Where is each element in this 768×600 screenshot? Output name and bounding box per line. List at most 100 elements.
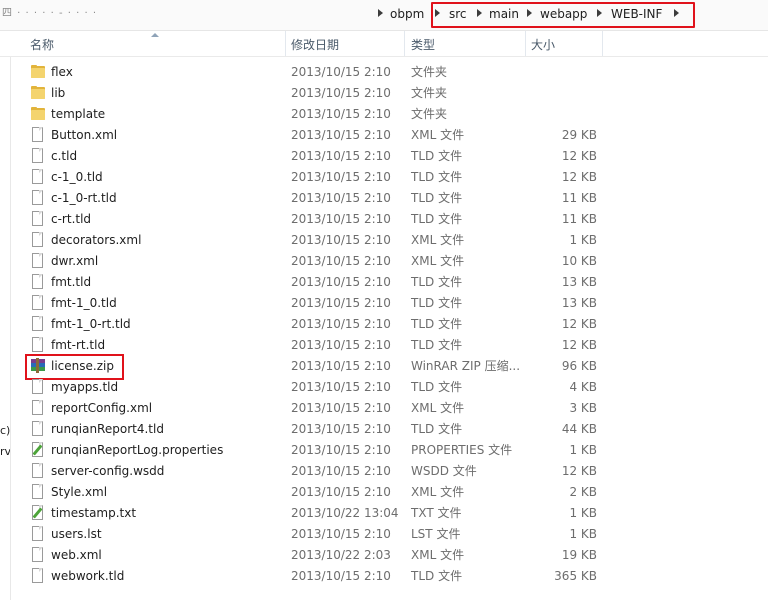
file-type: LST 文件 [411, 527, 461, 541]
folder-icon [30, 64, 46, 80]
file-row[interactable]: fmt-1_0-rt.tld 2013/10/15 2:10 TLD 文件 12 KB [0, 314, 768, 335]
file-icon [30, 253, 46, 269]
file-type: TLD 文件 [411, 212, 463, 226]
file-row[interactable]: decorators.xml 2013/10/15 2:10 XML 文件 1 KB [0, 230, 768, 251]
file-row[interactable]: lib 2013/10/15 2:10 文件夹 [0, 83, 768, 104]
file-name[interactable]: webwork.tld [51, 569, 124, 584]
file-row[interactable]: c.tld 2013/10/15 2:10 TLD 文件 12 KB [0, 146, 768, 167]
breadcrumb-separator-icon[interactable] [378, 9, 383, 17]
file-name[interactable]: fmt-1_0-rt.tld [51, 317, 131, 332]
file-row[interactable]: license.zip 2013/10/15 2:10 WinRAR ZIP 压缩.… [0, 354, 768, 380]
file-row[interactable]: fmt.tld 2013/10/15 2:10 TLD 文件 13 KB [0, 272, 768, 293]
file-name[interactable]: web.xml [51, 548, 102, 563]
file-date: 2013/10/15 2:10 [291, 191, 391, 205]
file-icon [30, 316, 46, 332]
column-header: 名称 修改日期 类型 大小 [0, 31, 768, 57]
file-name[interactable]: timestamp.txt [51, 506, 136, 521]
file-date: 2013/10/15 2:10 [291, 464, 391, 478]
file-name[interactable]: Style.xml [51, 485, 107, 500]
file-row[interactable]: users.lst 2013/10/15 2:10 LST 文件 1 KB [0, 524, 768, 545]
address-bar[interactable]: 四 · · · · · - · · · · obpm src main weba… [0, 0, 768, 31]
file-size: 12 KB [561, 317, 597, 331]
column-header-size[interactable]: 大小 [531, 37, 555, 53]
file-size: 1 KB [569, 233, 597, 247]
file-name[interactable]: decorators.xml [51, 233, 141, 248]
file-type: PROPERTIES 文件 [411, 443, 513, 457]
file-row[interactable]: timestamp.txt 2013/10/22 13:04 TXT 文件 1 KB [0, 503, 768, 524]
file-date: 2013/10/15 2:10 [291, 380, 391, 394]
file-row[interactable]: flex 2013/10/15 2:10 文件夹 [0, 62, 768, 83]
file-date: 2013/10/15 2:10 [291, 86, 391, 100]
file-type: XML 文件 [411, 401, 465, 415]
file-name[interactable]: myapps.tld [51, 380, 118, 395]
folder-icon [30, 85, 46, 101]
file-size: 12 KB [561, 338, 597, 352]
file-row[interactable]: runqianReportLog.properties 2013/10/15 2:… [0, 440, 768, 461]
file-name[interactable]: fmt-rt.tld [51, 338, 105, 353]
file-name[interactable]: template [51, 107, 105, 122]
file-size: 10 KB [561, 254, 597, 268]
file-date: 2013/10/15 2:10 [291, 401, 391, 415]
sort-ascending-icon [151, 33, 159, 37]
file-name[interactable]: fmt.tld [51, 275, 91, 290]
file-row[interactable]: Style.xml 2013/10/15 2:10 XML 文件 2 KB [0, 482, 768, 503]
file-row[interactable]: reportConfig.xml 2013/10/15 2:10 XML 文件 3 K… [0, 398, 768, 419]
file-row[interactable]: myapps.tld 2013/10/15 2:10 TLD 文件 4 KB [0, 377, 768, 398]
column-divider[interactable] [285, 31, 286, 56]
file-date: 2013/10/15 2:10 [291, 443, 391, 457]
file-row[interactable]: web.xml 2013/10/22 2:03 XML 文件 19 KB [0, 545, 768, 566]
file-row[interactable]: c-1_0-rt.tld 2013/10/15 2:10 TLD 文件 11 KB [0, 188, 768, 209]
file-size: 13 KB [561, 296, 597, 310]
file-name[interactable]: flex [51, 65, 73, 80]
file-name[interactable]: server-config.wsdd [51, 464, 164, 479]
file-type: WinRAR ZIP 压缩... [411, 359, 521, 373]
file-name[interactable]: runqianReportLog.properties [51, 443, 223, 458]
file-name[interactable]: Button.xml [51, 128, 117, 143]
file-icon [30, 148, 46, 164]
file-type: TXT 文件 [411, 506, 462, 520]
file-name[interactable]: c-1_0.tld [51, 170, 103, 185]
file-row[interactable]: Button.xml 2013/10/15 2:10 XML 文件 29 KB [0, 125, 768, 146]
breadcrumb-obpm[interactable]: obpm [390, 6, 424, 22]
file-row[interactable]: fmt-rt.tld 2013/10/15 2:10 TLD 文件 12 KB [0, 335, 768, 356]
column-header-name[interactable]: 名称 [30, 37, 54, 53]
file-date: 2013/10/15 2:10 [291, 296, 391, 310]
file-row[interactable]: server-config.wsdd 2013/10/15 2:10 WSDD 文件… [0, 461, 768, 482]
file-size: 44 KB [561, 422, 597, 436]
file-row[interactable]: c-1_0.tld 2013/10/15 2:10 TLD 文件 12 KB [0, 167, 768, 188]
file-date: 2013/10/15 2:10 [291, 170, 391, 184]
file-row[interactable]: c-rt.tld 2013/10/15 2:10 TLD 文件 11 KB [0, 209, 768, 230]
file-name[interactable]: dwr.xml [51, 254, 98, 269]
file-name[interactable]: users.lst [51, 527, 102, 542]
file-row[interactable]: runqianReport4.tld 2013/10/15 2:10 TLD 文件 4… [0, 419, 768, 440]
file-date: 2013/10/15 2:10 [291, 422, 391, 436]
file-size: 12 KB [561, 464, 597, 478]
file-icon [30, 169, 46, 185]
file-name[interactable]: fmt-1_0.tld [51, 296, 117, 311]
file-icon [30, 421, 46, 437]
file-size: 1 KB [569, 506, 597, 520]
file-date: 2013/10/15 2:10 [291, 149, 391, 163]
file-name[interactable]: reportConfig.xml [51, 401, 152, 416]
file-date: 2013/10/22 13:04 [291, 506, 399, 520]
file-type: TLD 文件 [411, 275, 463, 289]
file-name[interactable]: c.tld [51, 149, 77, 164]
file-name[interactable]: lib [51, 86, 65, 101]
column-header-type[interactable]: 类型 [411, 37, 435, 53]
file-date: 2013/10/15 2:10 [291, 485, 391, 499]
file-size: 29 KB [561, 128, 597, 142]
file-name[interactable]: runqianReport4.tld [51, 422, 164, 437]
file-row[interactable]: fmt-1_0.tld 2013/10/15 2:10 TLD 文件 13 KB [0, 293, 768, 314]
column-divider[interactable] [404, 31, 405, 56]
file-size: 12 KB [561, 149, 597, 163]
file-date: 2013/10/15 2:10 [291, 65, 391, 79]
column-divider[interactable] [602, 31, 603, 56]
column-header-date[interactable]: 修改日期 [291, 37, 339, 53]
file-row[interactable]: webwork.tld 2013/10/15 2:10 TLD 文件 365 KB [0, 566, 768, 587]
column-divider[interactable] [525, 31, 526, 56]
file-name[interactable]: c-1_0-rt.tld [51, 191, 117, 206]
file-row[interactable]: dwr.xml 2013/10/15 2:10 XML 文件 10 KB [0, 251, 768, 272]
file-type: WSDD 文件 [411, 464, 477, 478]
file-name[interactable]: c-rt.tld [51, 212, 91, 227]
file-row[interactable]: template 2013/10/15 2:10 文件夹 [0, 104, 768, 125]
